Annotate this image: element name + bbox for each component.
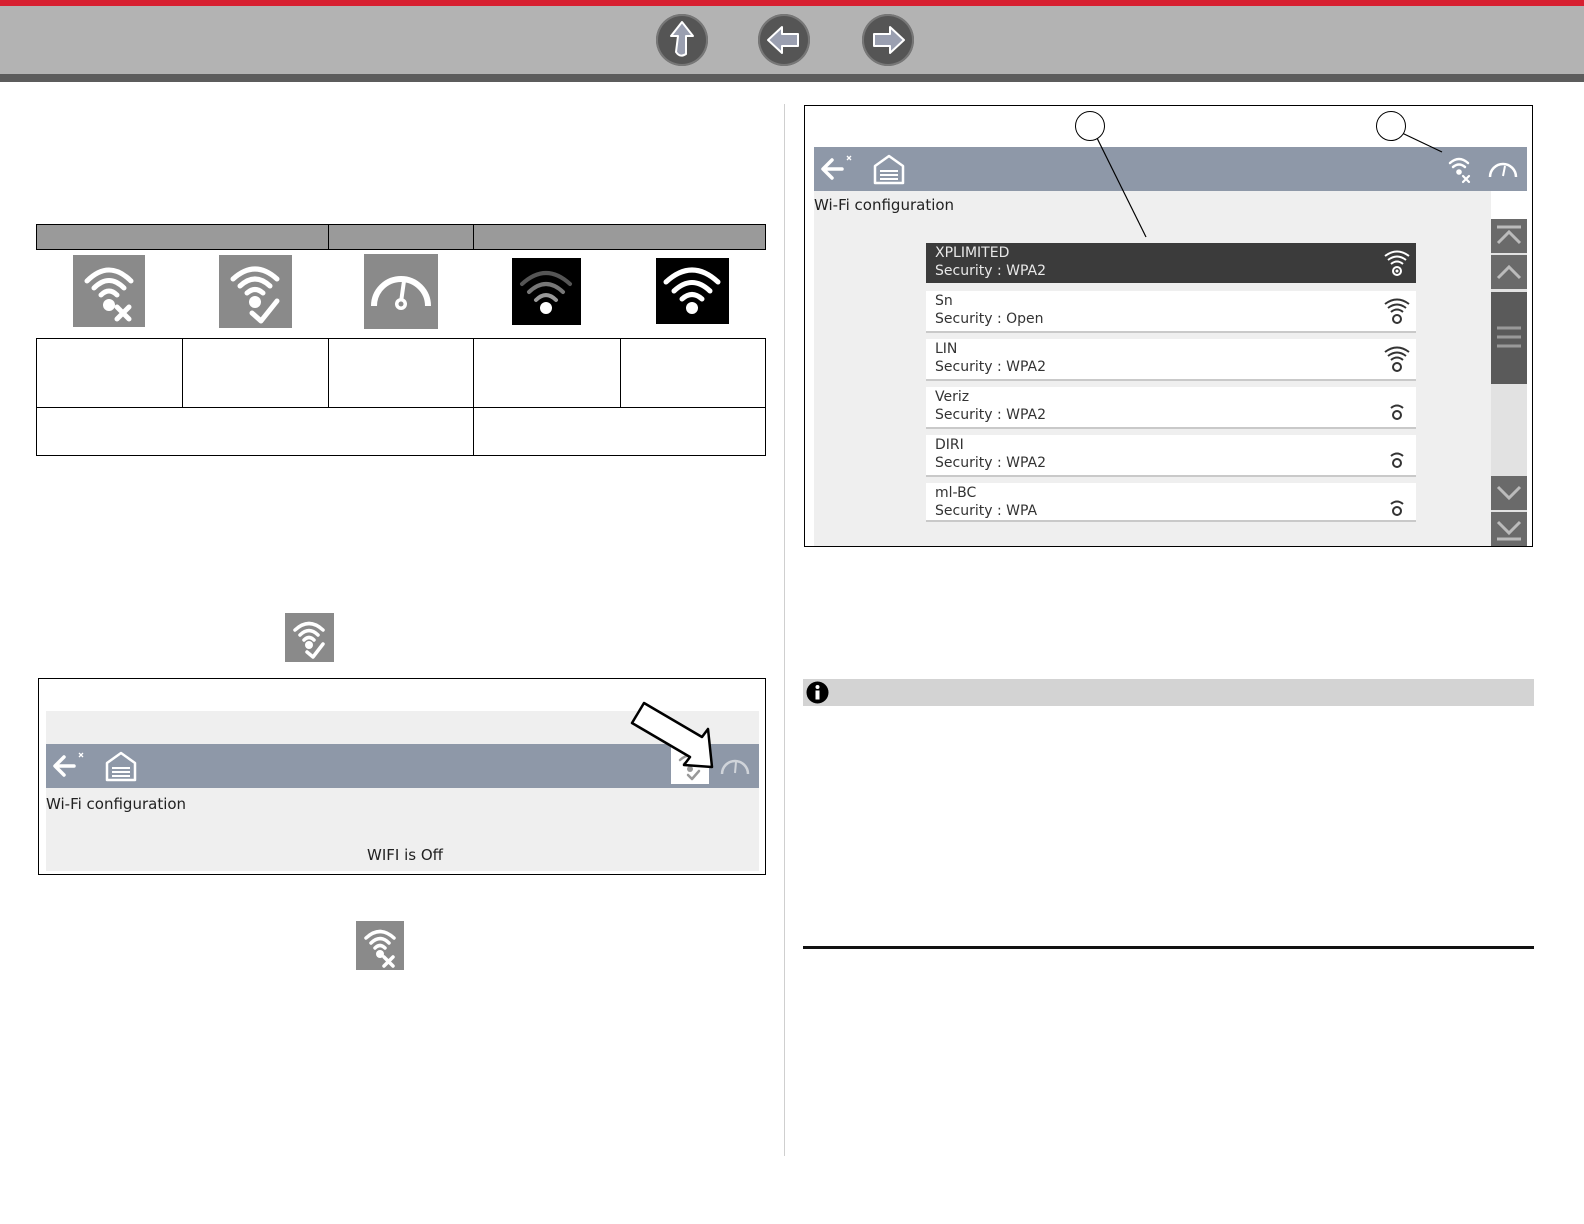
wifi-off-icon[interactable] [1444,151,1476,187]
network-security: Security : WPA2 [935,263,1046,279]
wifi-on-icon [285,613,334,667]
left-arrow-icon [767,26,799,54]
wifi-signal-strong-icon [1384,298,1410,324]
callout-marker [1376,111,1406,141]
column-divider [784,104,785,1156]
gauge-icon[interactable] [1487,155,1519,183]
back-icon[interactable] [820,153,856,185]
network-security: Security : WPA2 [935,359,1046,375]
toolbar-accent-line [0,0,1584,6]
forward-arrow-button[interactable] [862,14,914,66]
wifi-off-icon [356,921,404,975]
network-list-item[interactable]: XPLIMITED Security : WPA2 [926,243,1416,283]
home-icon[interactable] [104,749,138,783]
screen-title: Wi-Fi configuration [814,196,955,214]
network-list-item[interactable]: Sn Security : Open [926,291,1416,333]
up-arrow-button[interactable] [656,14,708,66]
right-arrow-icon [873,26,905,54]
network-name: XPLIMITED [935,245,1010,261]
network-security: Security : WPA2 [935,455,1046,471]
double-chevron-down-icon [1496,520,1522,541]
table-col-divider [473,338,474,456]
table-row-divider [36,407,766,408]
gauge-icon[interactable] [719,752,751,780]
callout-marker [1075,111,1105,141]
icon-table-body [36,338,766,456]
table-col-divider [182,338,183,407]
network-name: LIN [935,341,958,357]
wifi-off-icon [73,255,145,332]
network-security: Security : Open [935,311,1044,327]
back-icon[interactable] [52,750,88,782]
network-name: DIRI [935,437,964,453]
wifi-signal-strong-icon [1384,346,1410,372]
header-divider [328,225,329,249]
network-security: Security : WPA [935,503,1038,519]
screen-title-bar [814,147,1527,191]
scroll-top-button[interactable] [1491,219,1527,253]
scroll-up-button[interactable] [1491,255,1527,289]
scroll-bottom-button[interactable] [1491,512,1527,546]
double-chevron-up-icon [1496,225,1522,245]
wifi-signal-weak-icon [512,258,581,330]
home-icon[interactable] [872,152,906,186]
section-rule [803,946,1534,949]
grip-icon [1497,326,1521,348]
wifi-off-screenshot: Wi-Fi configuration WIFI is Off [38,678,766,875]
network-list-item[interactable]: LIN Security : WPA2 [926,339,1416,381]
network-list-item[interactable]: ml-BC Security : WPA [926,483,1416,522]
chevron-down-icon [1496,485,1522,501]
table-col-divider [328,338,329,407]
network-list-item[interactable]: Veriz Security : WPA2 [926,387,1416,429]
wifi-signal-weak-icon [1390,452,1404,468]
pointer-arrow-icon [630,701,714,769]
top-toolbar [0,0,1584,82]
network-list-item[interactable]: DIRI Security : WPA2 [926,435,1416,477]
network-name: Sn [935,293,953,309]
network-security: Security : WPA2 [935,407,1046,423]
icon-table-header [36,224,766,250]
table-col-divider [620,338,621,407]
wifi-signal-weak-icon [1390,404,1404,420]
network-name: Veriz [935,389,970,405]
wifi-signal-weak-icon [1390,500,1404,516]
screen-title: Wi-Fi configuration [46,795,187,813]
wifi-on-icon [219,255,292,333]
header-divider [473,225,474,249]
toolbar-shadow-line [0,74,1584,82]
info-icon [806,681,829,704]
up-arrow-icon [670,21,694,57]
back-arrow-button[interactable] [758,14,810,66]
wifi-status-text: WIFI is Off [367,846,443,864]
network-name: ml-BC [935,485,977,501]
note-bar [803,679,1534,706]
wifi-signal-strong-icon [656,258,729,329]
gauge-icon [364,254,438,334]
scroll-thumb[interactable] [1491,292,1527,384]
wifi-signal-strong-icon [1384,250,1410,276]
chevron-up-icon [1496,264,1522,280]
scroll-down-button[interactable] [1491,476,1527,510]
